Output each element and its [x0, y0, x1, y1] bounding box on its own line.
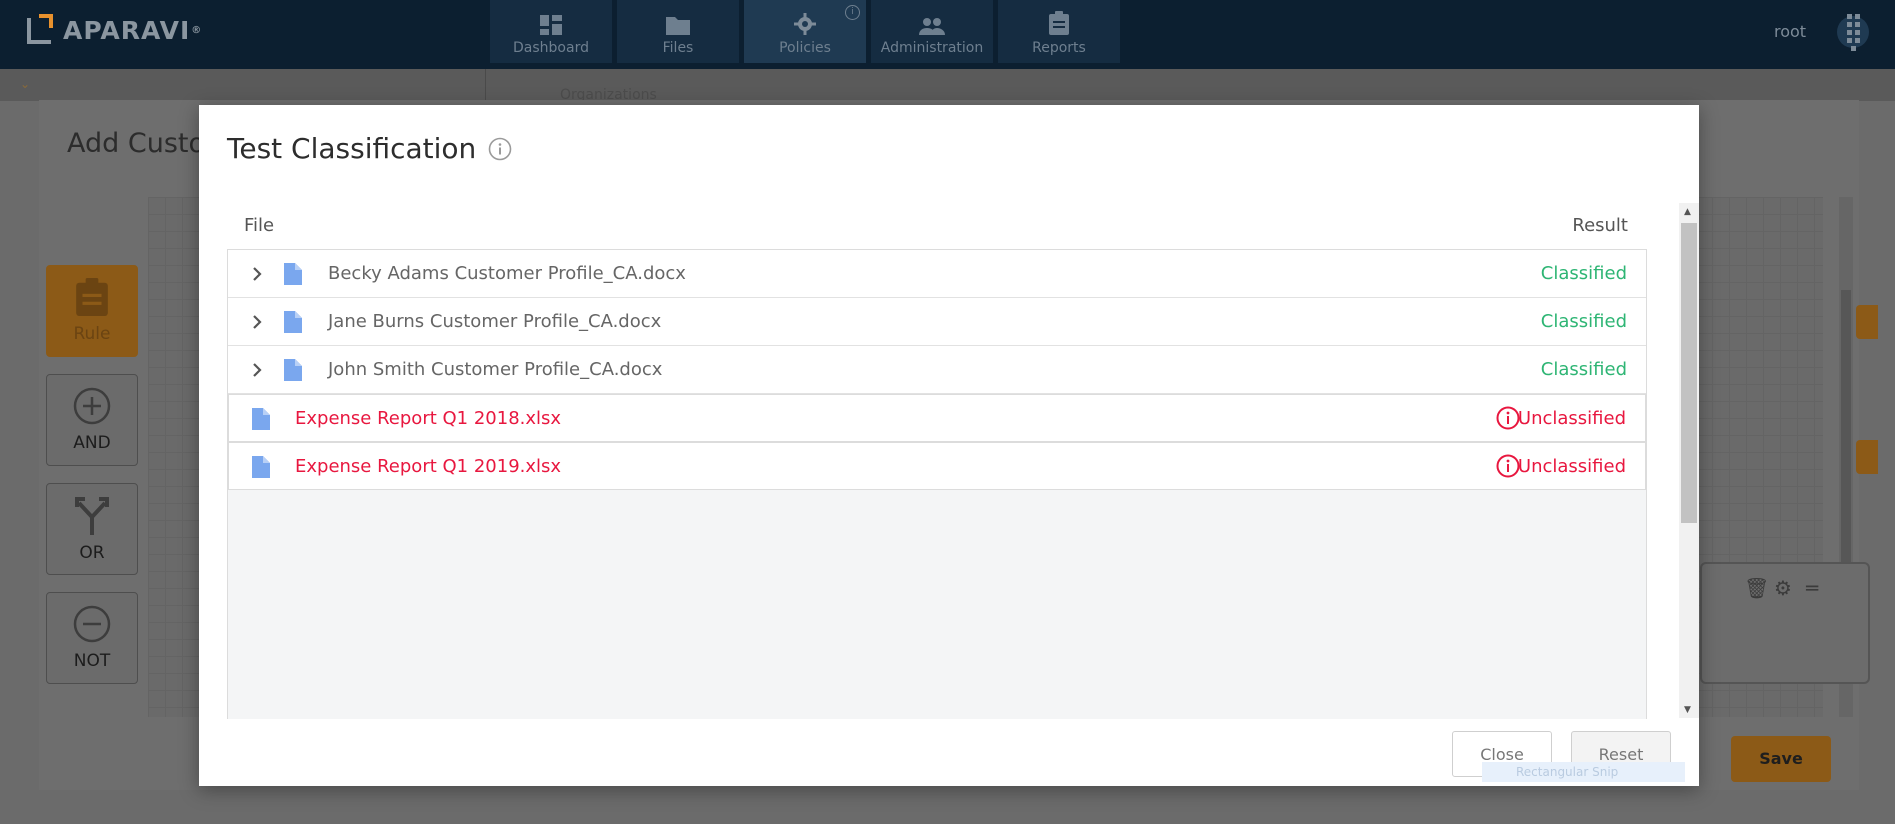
file-name: John Smith Customer Profile_CA.docx — [328, 359, 663, 380]
chevron-down-icon: ⌄ — [20, 77, 31, 91]
info-icon: i — [845, 5, 860, 20]
nav-policies[interactable]: i Policies — [744, 0, 866, 63]
snip-tooltip: Rectangular Snip — [1482, 762, 1685, 782]
side-tab[interactable] — [1856, 305, 1878, 339]
plus-circle-icon — [73, 387, 111, 425]
or-tool-label: OR — [79, 543, 105, 563]
and-tool-label: AND — [73, 433, 111, 453]
result-status: Unclassified — [1517, 408, 1626, 429]
chevron-right-icon[interactable] — [252, 362, 262, 378]
gear-icon[interactable]: ⚙ — [1774, 576, 1792, 600]
table-row[interactable]: Jane Burns Customer Profile_CA.docx Clas… — [228, 298, 1646, 346]
table-row[interactable]: Becky Adams Customer Profile_CA.docx Cla… — [228, 250, 1646, 298]
rule-tool-label: Rule — [73, 324, 111, 344]
or-tool-button[interactable]: OR — [46, 483, 138, 575]
rule-node-card[interactable]: 🗑 ⚙ ═ — [1700, 562, 1870, 684]
not-tool-label: NOT — [73, 651, 111, 671]
nav-dashboard[interactable]: Dashboard — [490, 0, 612, 63]
test-classification-modal: Test Classification File Result Becky Ad… — [199, 105, 1699, 786]
file-name: Becky Adams Customer Profile_CA.docx — [328, 263, 686, 284]
scroll-up-icon[interactable]: ▲ — [1684, 207, 1691, 217]
results-table: Becky Adams Customer Profile_CA.docx Cla… — [227, 249, 1647, 719]
nav-files[interactable]: Files — [617, 0, 739, 63]
error-info-icon[interactable] — [1496, 406, 1520, 430]
file-icon — [284, 311, 302, 333]
nav-reports[interactable]: Reports — [998, 0, 1120, 63]
info-icon[interactable] — [488, 137, 512, 161]
canvas-scrollbar-thumb[interactable] — [1841, 290, 1851, 585]
table-row[interactable]: John Smith Customer Profile_CA.docx Clas… — [228, 346, 1646, 394]
table-row[interactable]: Expense Report Q1 2018.xlsx Unclassified — [228, 394, 1646, 442]
drag-handle-icon[interactable]: ═ — [1806, 576, 1818, 600]
result-status: Classified — [1540, 359, 1627, 380]
save-button[interactable]: Save — [1731, 736, 1831, 782]
main-nav: Dashboard Files i Policies Administratio… — [490, 0, 1125, 63]
organization-dropdown[interactable]: ⌄ — [0, 69, 486, 101]
user-name[interactable]: root — [1774, 22, 1806, 41]
people-icon — [919, 18, 945, 35]
aparavi-logo[interactable]: APARAVI ® — [27, 12, 202, 48]
column-header-file[interactable]: File — [244, 215, 274, 236]
nav-files-label: Files — [662, 40, 694, 56]
file-icon — [284, 263, 302, 285]
not-tool-button[interactable]: NOT — [46, 592, 138, 684]
side-tab[interactable] — [1856, 440, 1878, 474]
apps-grid-icon[interactable] — [1837, 13, 1869, 51]
file-icon — [284, 359, 302, 381]
file-icon — [252, 408, 270, 430]
and-tool-button[interactable]: AND — [46, 374, 138, 466]
modal-scrollbar-thumb[interactable] — [1681, 223, 1697, 523]
result-status: Unclassified — [1517, 456, 1626, 477]
scroll-down-icon[interactable]: ▼ — [1684, 705, 1691, 715]
rule-tool-button[interactable]: Rule — [46, 265, 138, 357]
error-info-icon[interactable] — [1496, 454, 1520, 478]
file-name: Jane Burns Customer Profile_CA.docx — [328, 311, 662, 332]
logo-mark-icon — [27, 14, 57, 46]
logo-text: APARAVI — [63, 15, 191, 45]
chevron-right-icon[interactable] — [252, 266, 262, 282]
dialog-title: Add Custo — [67, 128, 205, 159]
nav-policies-label: Policies — [779, 40, 831, 56]
top-navigation-bar: APARAVI ® Dashboard Files i Policies Admi… — [0, 0, 1895, 69]
modal-title-text: Test Classification — [227, 132, 477, 165]
result-status: Classified — [1540, 263, 1627, 284]
file-icon — [252, 456, 270, 478]
clipboard-icon — [1049, 11, 1069, 35]
modal-title: Test Classification — [227, 132, 512, 165]
result-status: Classified — [1540, 311, 1627, 332]
folder-icon — [666, 17, 690, 35]
chevron-right-icon[interactable] — [252, 314, 262, 330]
file-name: Expense Report Q1 2018.xlsx — [295, 408, 562, 429]
table-header: File Result — [228, 215, 1628, 245]
file-name: Expense Report Q1 2019.xlsx — [295, 456, 562, 477]
sub-toolbar: ⌄ Organizations — [0, 69, 1895, 103]
dashboard-icon — [540, 15, 562, 35]
column-header-result[interactable]: Result — [1572, 215, 1628, 236]
nav-reports-label: Reports — [1032, 40, 1086, 56]
fork-icon — [75, 497, 109, 535]
rule-toolbox: Rule AND OR NOT — [46, 265, 138, 701]
table-row[interactable]: Expense Report Q1 2019.xlsx Unclassified — [228, 442, 1646, 490]
nav-dashboard-label: Dashboard — [513, 40, 589, 56]
trash-icon[interactable]: 🗑 — [1744, 576, 1769, 600]
nav-administration[interactable]: Administration — [871, 0, 993, 63]
nav-administration-label: Administration — [880, 40, 984, 56]
gear-icon — [794, 13, 816, 35]
clipboard-icon — [76, 278, 108, 316]
minus-circle-icon — [73, 605, 111, 643]
